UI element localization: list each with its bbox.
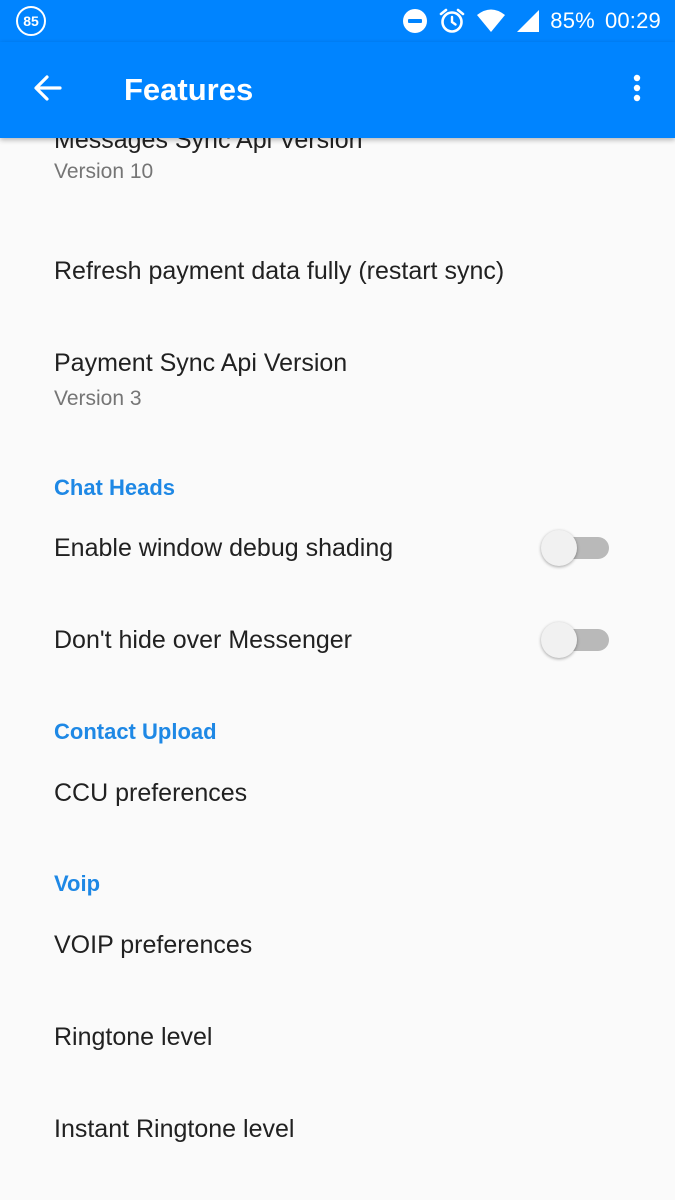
category-chat-heads: Chat Heads	[54, 475, 176, 500]
page-title: Features	[124, 72, 254, 107]
pref-instant-ringtone-level[interactable]: Instant Ringtone level	[0, 1084, 675, 1176]
app-bar: Features	[0, 42, 675, 138]
pref-title: Enable window debug shading	[54, 534, 394, 562]
pref-title: VOIP preferences	[54, 931, 253, 959]
pref-payment-sync-api-version[interactable]: Payment Sync Api Version Version 3	[0, 318, 675, 428]
pref-summary: Version 10	[54, 160, 154, 183]
pref-refresh-payment-data[interactable]: Refresh payment data fully (restart sync…	[0, 226, 675, 318]
arrow-left-icon	[33, 73, 63, 108]
alarm-icon	[438, 7, 466, 35]
pref-title: Instant Ringtone level	[54, 1115, 295, 1143]
switch-thumb	[541, 530, 577, 566]
pref-title: CCU preferences	[54, 779, 248, 807]
pref-dont-hide-over-messenger[interactable]: Don't hide over Messenger	[0, 596, 675, 688]
pref-title: Don't hide over Messenger	[54, 626, 352, 654]
clock: 00:29	[604, 8, 661, 33]
debug-shading-switch[interactable]	[541, 528, 609, 568]
back-button[interactable]	[18, 60, 78, 120]
overflow-menu-button[interactable]	[615, 60, 659, 120]
do-not-disturb-icon	[402, 8, 428, 34]
switch-thumb	[541, 622, 577, 658]
wifi-icon	[476, 9, 506, 33]
dont-hide-switch[interactable]	[541, 620, 609, 660]
pref-title: Refresh payment data fully (restart sync…	[54, 257, 505, 285]
preferences-list[interactable]: Messages Sync Api Version Version 10 Ref…	[0, 138, 675, 1200]
more-vert-icon	[633, 74, 641, 107]
pref-messages-sync-api-version[interactable]: Messages Sync Api Version Version 10	[0, 138, 675, 212]
pref-title: Ringtone level	[54, 1023, 213, 1051]
status-bar: 85 85% 00:29	[0, 0, 675, 42]
pref-ringtone-level[interactable]: Ringtone level	[0, 992, 675, 1084]
pref-summary: Version 3	[54, 387, 142, 410]
signal-icon	[516, 9, 540, 33]
battery-percentage: 85%	[550, 8, 595, 33]
notification-count-badge: 85	[16, 6, 46, 36]
pref-ccu-preferences[interactable]: CCU preferences	[0, 748, 675, 840]
category-voip: Voip	[54, 871, 101, 896]
category-contact-upload: Contact Upload	[54, 719, 217, 744]
pref-title: Messages Sync Api Version	[54, 138, 363, 154]
pref-voip-preferences[interactable]: VOIP preferences	[0, 900, 675, 992]
pref-title: Payment Sync Api Version	[54, 349, 348, 377]
pref-enable-window-debug-shading[interactable]: Enable window debug shading	[0, 504, 675, 596]
